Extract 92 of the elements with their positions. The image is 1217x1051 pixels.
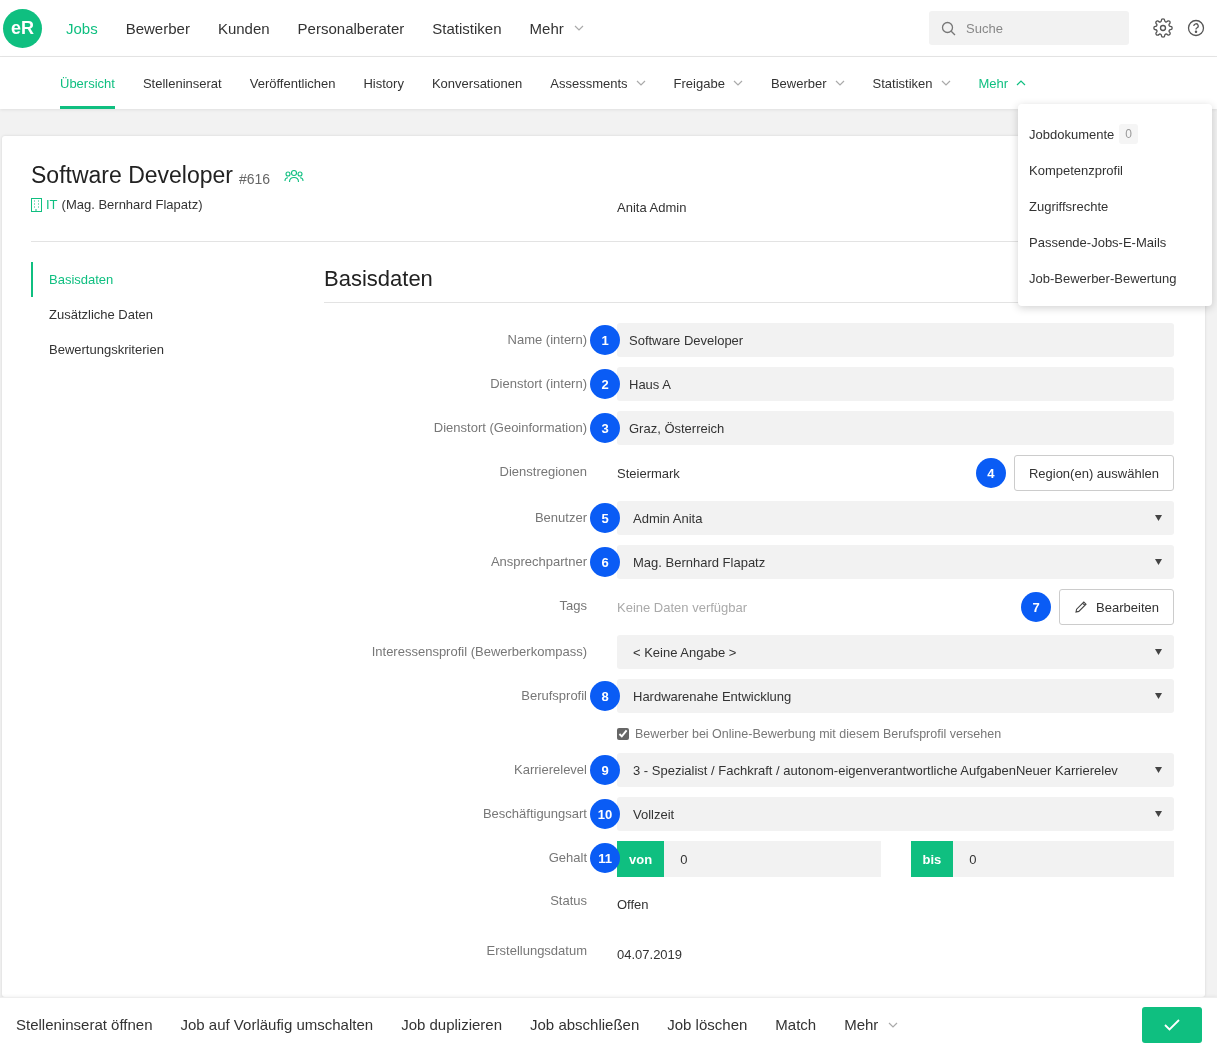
field-value: Steiermark [617, 465, 681, 481]
action-link[interactable]: Job löschen [651, 1016, 748, 1033]
select-field[interactable]: Mag. Bernhard Flapatz [617, 545, 1174, 579]
field-label: Gehalt [547, 849, 587, 865]
job-number: #616 [239, 170, 271, 187]
select-field[interactable]: Admin Anita [617, 501, 1174, 535]
field-label: Dienstort (Geoinformation) [432, 419, 587, 435]
action-link[interactable]: Mehr [828, 1016, 899, 1033]
owner-name: Anita Admin [617, 200, 687, 215]
search-input[interactable]: Suche [964, 19, 1108, 37]
tab[interactable]: History [363, 57, 404, 109]
nav-link[interactable]: Mehr [515, 19, 598, 37]
checkbox[interactable] [617, 728, 629, 740]
caret-icon [1155, 649, 1162, 655]
settings-icon [1153, 18, 1173, 38]
caret-icon [1155, 767, 1162, 773]
count-badge: 0 [1119, 124, 1138, 144]
select-field[interactable]: 3 - Spezialist / Fachkraft / autonom-eigenverantwortliche AufgabenNeuer Karrierelev [617, 753, 1174, 787]
nav-link[interactable]: Kunden [203, 19, 284, 37]
field-label: Status [549, 892, 587, 908]
number-marker: 1 [590, 325, 620, 355]
field-label: Ansprechpartner [489, 553, 587, 569]
action-link[interactable]: Job auf Vorläufig umschalten [164, 1016, 374, 1033]
field-label: Benutzer [533, 509, 587, 525]
number-marker: 6 [590, 547, 620, 577]
caret-icon [1155, 693, 1162, 699]
number-marker: 11 [590, 843, 620, 873]
building-icon [31, 197, 42, 212]
field-value: Keine Daten verfügbar [617, 599, 749, 615]
nav-link[interactable]: Bewerber [111, 19, 204, 37]
field-label: Karrierelevel [513, 761, 587, 777]
number-marker: 10 [590, 799, 620, 829]
input-field[interactable]: 0 [953, 841, 1174, 877]
action-link[interactable]: Job duplizieren [385, 1016, 503, 1033]
number-marker: 9 [590, 755, 620, 785]
tab[interactable]: Bewerber [770, 57, 845, 109]
number-marker: 8 [590, 681, 620, 711]
select-field[interactable]: Hardwarenahe Entwicklung [617, 679, 1174, 713]
field-label: Dienstort (intern) [489, 375, 587, 391]
field-value: Offen [617, 896, 650, 912]
select-field[interactable]: Vollzeit [617, 797, 1174, 831]
field-value: 04.07.2019 [617, 946, 684, 962]
field-label: Tags [558, 597, 587, 613]
tab[interactable]: Statistiken [872, 57, 951, 109]
help-icon [1187, 19, 1205, 37]
number-marker: 4 [975, 458, 1006, 488]
action-link[interactable]: Stelleninserat öffnen [0, 1016, 153, 1033]
field-label: Interessensprofil (Bewerberkompass) [370, 643, 587, 659]
caret-icon [1155, 559, 1162, 565]
search-field[interactable]: Suche [929, 11, 1129, 45]
nav-link[interactable]: Personalberater [283, 19, 419, 37]
checkbox-option[interactable]: Bewerber bei Online-Bewerbung mit diesem Berufsprofil versehen [617, 723, 1174, 741]
tab[interactable]: Freigabe [673, 57, 743, 109]
side-nav-item[interactable]: Zusätzliche Daten [31, 297, 324, 332]
select-field[interactable]: < Keine Angabe > [617, 635, 1174, 669]
action-link[interactable]: Match [759, 1016, 817, 1033]
tab[interactable]: Veröffentlichen [249, 57, 336, 109]
field-label: Berufsprofil [520, 687, 587, 703]
nav-link[interactable]: Statistiken [418, 19, 516, 37]
check-icon [1164, 1018, 1180, 1031]
side-nav-item[interactable]: Bewertungskriterien [31, 332, 324, 367]
menu-item[interactable]: Job-Bewerber-Bewertung [1018, 260, 1212, 296]
job-title: Software Developer [31, 162, 233, 189]
range-tag: von [617, 841, 665, 877]
number-marker: 5 [590, 503, 620, 533]
field-label: Erstellungsdatum [485, 942, 587, 958]
search-icon [941, 20, 956, 36]
field-label: Dienstregionen [498, 463, 587, 479]
contact-name: (Mag. Bernhard Flapatz) [61, 197, 203, 212]
menu-item[interactable]: Jobdokumente 0 [1018, 116, 1212, 152]
menu-item[interactable]: Kompetenzprofil [1018, 152, 1212, 188]
field-label: Name (intern) [506, 331, 587, 347]
field-label: Beschäftigungsart [481, 805, 587, 821]
tab[interactable]: Assessments [550, 57, 646, 109]
input-field[interactable]: Haus A [617, 367, 1174, 401]
action-button[interactable]: Bearbeiten [1059, 589, 1174, 625]
tab[interactable]: Konversationen [431, 57, 523, 109]
caret-icon [1155, 811, 1162, 817]
menu-item[interactable]: Zugriffsrechte [1018, 188, 1212, 224]
caret-icon [1155, 515, 1162, 521]
pencil-icon [1074, 600, 1089, 614]
menu-item[interactable]: Passende-Jobs-E-Mails [1018, 224, 1212, 260]
number-marker: 7 [1021, 592, 1052, 622]
number-marker: 3 [590, 413, 620, 443]
input-field[interactable]: Software Developer [617, 323, 1174, 357]
tab[interactable]: Stelleninserat [142, 57, 222, 109]
number-marker: 2 [590, 369, 620, 399]
action-button[interactable]: Region(en) auswählen [1013, 455, 1174, 491]
input-field[interactable]: Graz, Österreich [617, 411, 1174, 445]
action-link[interactable]: Job abschließen [514, 1016, 640, 1033]
range-tag: bis [910, 841, 954, 877]
input-field[interactable]: 0 [664, 841, 881, 877]
